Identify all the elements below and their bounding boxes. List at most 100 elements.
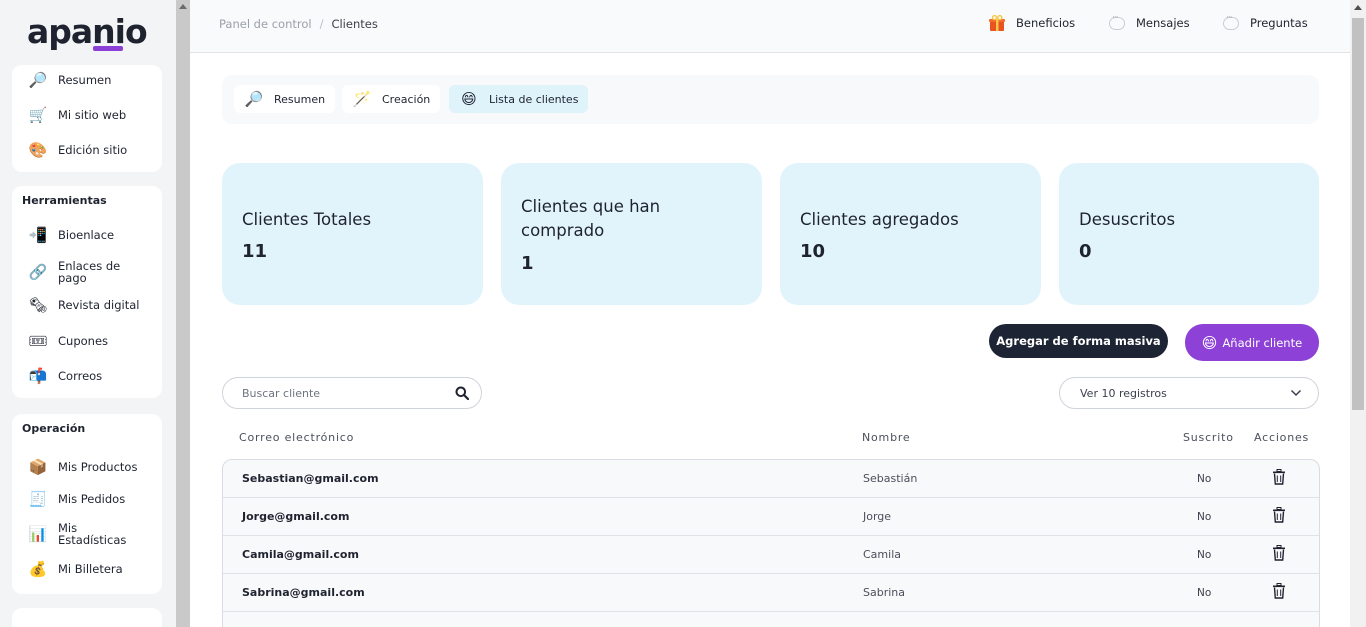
clients-table: Sebastian@gmail.com Sebastián No Jorge@g… [222, 459, 1320, 627]
stat-title: Clientes Totales [242, 210, 372, 229]
sidebar-scrollbar[interactable] [176, 0, 190, 627]
sidebar-item-mi-sitio-web[interactable]: 🛒 Mi sitio web [12, 100, 162, 130]
search-box [222, 377, 482, 409]
breadcrumb-item-panel[interactable]: Panel de control [219, 17, 312, 31]
tab-label: Creación [382, 92, 431, 106]
tab-creacion[interactable]: 🪄 Creación [342, 85, 441, 113]
sidebar-item-label: Mi sitio web [58, 108, 127, 122]
tab-lista-de-clientes[interactable]: 😄 Lista de clientes [449, 85, 589, 113]
sidebar-item-label: Correos [58, 369, 103, 383]
trash-icon[interactable] [1272, 583, 1286, 599]
table-row-partial [223, 612, 1319, 627]
apanio-logo[interactable]: apanio [27, 12, 148, 51]
sidebar: apanio 🔎 Resumen 🛒 Mi sitio web 🎨 Edició… [0, 0, 176, 627]
package-icon: 📦 [28, 457, 48, 476]
sidebar-item-label: Enlaces de pago [58, 259, 121, 285]
magnifier-icon: 🔎 [244, 90, 264, 108]
sidebar-item-label: Cupones [58, 334, 109, 348]
chat-bubble-icon [1221, 13, 1241, 33]
link-icon: 🔗 [28, 262, 48, 281]
main-scrollbar[interactable] [1350, 0, 1366, 627]
stat-card-clientes-agregados: Clientes agregados 10 [780, 163, 1041, 305]
sidebar-item-revista-digital[interactable]: 🗞 Revista digital [12, 290, 162, 320]
bar-chart-icon: 📊 [28, 524, 48, 543]
money-bag-icon: 💰 [28, 559, 48, 578]
sidebar-item-label: Edición sitio [58, 143, 128, 157]
table-row: Sebastian@gmail.com Sebastián No [223, 460, 1319, 498]
stat-card-clientes-totales: Clientes Totales 11 [222, 163, 483, 305]
page-size-value: Ver 10 registros [1080, 387, 1167, 400]
sidebar-item-mis-productos[interactable]: 📦 Mis Productos [12, 452, 162, 482]
sidebar-item-mis-estadisticas[interactable]: 📊 Mis Estadísticas [12, 519, 162, 549]
nav-label: Mensajes [1136, 16, 1190, 30]
nav-label: Beneficios [1016, 16, 1076, 30]
sidebar-item-bioenlace[interactable]: 📲 Bioenlace [12, 220, 162, 250]
search-icon[interactable] [455, 386, 469, 400]
bulk-add-button[interactable]: Agregar de forma masiva [989, 324, 1168, 358]
sidebar-item-resumen[interactable]: 🔎 Resumen [12, 65, 162, 95]
magic-wand-icon: 🪄 [352, 90, 372, 108]
table-row: Sabrina@gmail.com Sabrina No [223, 574, 1319, 612]
sidebar-item-edicion-sitio[interactable]: 🎨 Edición sitio [12, 135, 162, 165]
smiley-icon: 😄 [461, 90, 477, 108]
stat-title: Clientes que han comprado [521, 197, 661, 240]
scrollbar-thumb[interactable] [1352, 18, 1364, 410]
column-header-actions: Acciones [1254, 431, 1310, 444]
row-subscribed: No [1197, 587, 1212, 599]
trash-icon[interactable] [1272, 545, 1286, 561]
receipt-icon: 🧾 [28, 489, 48, 508]
sidebar-item-label: Mis Estadísticas [58, 521, 127, 547]
column-header-name: Nombre [862, 431, 911, 444]
sidebar-item-label: Revista digital [58, 298, 140, 312]
sidebar-item-mis-pedidos[interactable]: 🧾 Mis Pedidos [12, 484, 162, 514]
stat-card-desuscritos: Desuscritos 0 [1059, 163, 1319, 305]
page-size-select[interactable]: Ver 10 registros [1059, 377, 1319, 409]
tab-label: Resumen [274, 92, 326, 106]
sidebar-next-card [12, 608, 162, 627]
nav-label: Preguntas [1250, 16, 1308, 30]
scroll-up-arrow-icon[interactable] [179, 4, 187, 9]
stat-value: 0 [1079, 241, 1092, 262]
sidebar-main-card: 🔎 Resumen 🛒 Mi sitio web 🎨 Edición sitio [12, 65, 162, 172]
nav-beneficios[interactable]: Beneficios [987, 13, 1075, 33]
stat-value: 11 [242, 241, 268, 262]
tab-resumen[interactable]: 🔎 Resumen [234, 85, 336, 113]
section-heading-herramientas: Herramientas [22, 194, 107, 207]
sidebar-item-label: Resumen [58, 73, 112, 87]
column-header-email: Correo electrónico [239, 431, 355, 444]
ticket-icon: 🎟 [28, 331, 48, 350]
nav-preguntas[interactable]: Preguntas [1221, 13, 1308, 33]
table-row: Jorge@gmail.com Jorge No [223, 498, 1319, 536]
stat-card-clientes-que-han-comprado: Clientes que han comprado 1 [501, 163, 762, 305]
sidebar-item-label: Mis Productos [58, 460, 138, 474]
top-bar: Panel de control/Clientes Beneficios Men… [190, 0, 1350, 53]
sidebar-item-correos[interactable]: 📬 Correos [12, 361, 162, 391]
logo-underline [93, 46, 123, 51]
sidebar-item-enlaces-de-pago[interactable]: 🔗 Enlaces de pago [12, 257, 162, 287]
row-email: Camila@gmail.com [242, 548, 359, 561]
add-client-button[interactable]: 😄 Añadir cliente [1185, 324, 1319, 361]
nav-mensajes[interactable]: Mensajes [1107, 13, 1190, 33]
table-row: Camila@gmail.com Camila No [223, 536, 1319, 574]
stat-title: Desuscritos [1079, 210, 1176, 229]
trash-icon[interactable] [1272, 507, 1286, 523]
section-heading-operacion: Operación [22, 422, 86, 435]
sidebar-item-cupones[interactable]: 🎟 Cupones [12, 326, 162, 356]
row-email: Jorge@gmail.com [242, 510, 350, 523]
stat-value: 10 [800, 241, 826, 262]
row-name: Sebastián [863, 472, 918, 485]
scroll-up-arrow-icon[interactable] [1354, 5, 1362, 10]
row-subscribed: No [1197, 549, 1212, 561]
sidebar-item-mi-billetera[interactable]: 💰 Mi Billetera [12, 554, 162, 584]
sidebar-operacion-card: Operación 📦 Mis Productos 🧾 Mis Pedidos … [12, 414, 162, 594]
cart-icon: 🛒 [28, 105, 48, 124]
row-email: Sabrina@gmail.com [242, 586, 365, 599]
sidebar-item-label: Mis Pedidos [58, 492, 126, 506]
search-input[interactable] [242, 385, 442, 402]
stat-value: 1 [521, 253, 534, 274]
trash-icon[interactable] [1272, 469, 1286, 485]
row-name: Jorge [863, 510, 892, 523]
phone-arrow-icon: 📲 [28, 225, 48, 244]
chat-bubble-icon [1107, 13, 1127, 33]
mailbox-icon: 📬 [28, 366, 48, 385]
